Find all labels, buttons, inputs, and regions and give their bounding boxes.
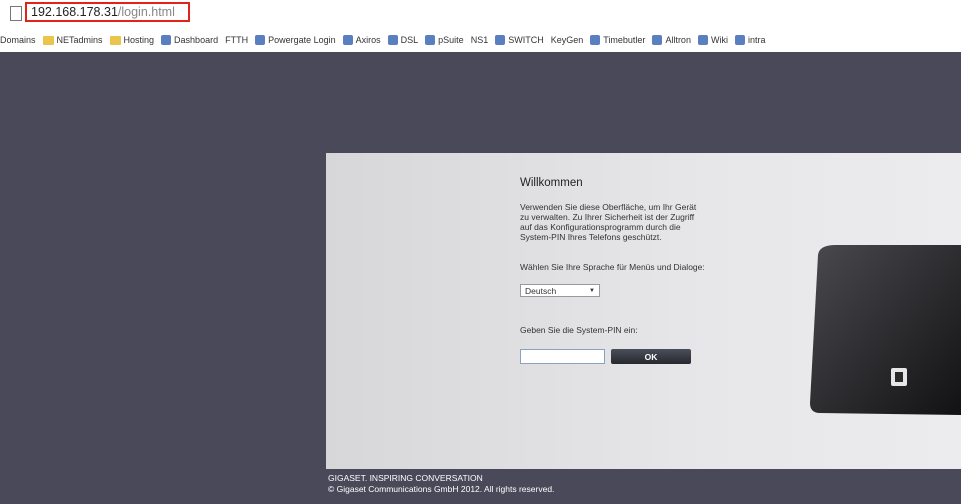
- app-icon: [342, 35, 353, 45]
- bookmark-item[interactable]: Wiki: [697, 35, 728, 45]
- bookmark-item[interactable]: NS1: [471, 35, 489, 45]
- app-icon: [697, 35, 708, 45]
- app-icon: [590, 35, 601, 45]
- footer-slogan: GIGASET. INSPIRING CONVERSATION: [328, 473, 483, 483]
- welcome-title: Willkommen: [520, 177, 583, 189]
- bookmark-label: NS1: [470, 35, 489, 45]
- footer-copyright: © Gigaset Communications GmbH 2012. All …: [328, 484, 555, 494]
- bookmark-label: intra: [747, 35, 766, 45]
- app-icon: [161, 35, 172, 45]
- gigaset-device-image: [810, 245, 961, 415]
- bookmark-label: KeyGen: [550, 35, 584, 45]
- app-icon: [387, 35, 398, 45]
- bookmark-item[interactable]: pSuite: [425, 35, 464, 45]
- dropdown-arrow-icon: ▼: [589, 287, 595, 294]
- app-icon: [255, 35, 266, 45]
- footer: GIGASET. INSPIRING CONVERSATION © Gigase…: [328, 473, 554, 495]
- url-host: 192.168.178.31: [31, 5, 118, 19]
- folder-icon: [109, 35, 121, 45]
- bookmark-item[interactable]: SWITCH: [495, 35, 544, 45]
- language-label: Wählen Sie Ihre Sprache für Menüs und Di…: [520, 262, 705, 272]
- bookmark-item[interactable]: DSL: [387, 35, 419, 45]
- bookmark-item[interactable]: Domains: [0, 35, 36, 45]
- app-icon: [495, 35, 506, 45]
- pin-label: Geben Sie die System-PIN ein:: [520, 325, 638, 335]
- ok-button[interactable]: OK: [611, 349, 691, 364]
- bookmark-label: Hosting: [123, 35, 155, 45]
- bookmark-label: Powergate Login: [268, 35, 336, 45]
- bookmark-label: FTTH: [225, 35, 249, 45]
- bookmark-item[interactable]: intra: [734, 35, 766, 45]
- bookmark-item[interactable]: FTTH: [225, 35, 248, 45]
- bookmark-item[interactable]: Alltron: [652, 35, 691, 45]
- bookmark-item[interactable]: NETadmins: [42, 35, 103, 45]
- language-select[interactable]: Deutsch ▼: [520, 284, 600, 297]
- login-form: Willkommen Verwenden Sie diese Oberfläch…: [520, 177, 705, 364]
- bookmark-item[interactable]: Powergate Login: [255, 35, 336, 45]
- app-icon: [734, 35, 745, 45]
- bookmark-label: DSL: [400, 35, 419, 45]
- bookmark-item[interactable]: KeyGen: [551, 35, 584, 45]
- app-icon: [425, 35, 436, 45]
- pin-row: OK: [520, 349, 705, 364]
- bookmark-label: Dashboard: [174, 35, 219, 45]
- bookmark-item[interactable]: Hosting: [109, 35, 155, 45]
- language-selected: Deutsch: [525, 285, 557, 296]
- bookmark-item[interactable]: Dashboard: [161, 35, 218, 45]
- folder-icon: [42, 35, 54, 45]
- bookmark-item[interactable]: Timebutler: [590, 35, 645, 45]
- bookmark-label: Domains: [0, 35, 36, 45]
- page-icon: [10, 6, 22, 21]
- bookmark-label: SWITCH: [508, 35, 544, 45]
- address-bar: 192.168.178.31/login.html: [0, 0, 961, 28]
- bookmarks-bar: Domains NETadmins Hosting Dashboard FTTH Powe…: [0, 28, 961, 52]
- bookmark-label: Timebutler: [603, 35, 646, 45]
- bookmark-item[interactable]: Axiros: [342, 35, 381, 45]
- url-path: /login.html: [117, 5, 175, 19]
- bookmark-label: Axiros: [355, 35, 381, 45]
- bookmark-label: Wiki: [710, 35, 728, 45]
- intro-text: Verwenden Sie diese Oberfläche, um Ihr G…: [520, 202, 697, 242]
- bookmark-label: NETadmins: [56, 35, 103, 45]
- bookmark-label: Alltron: [665, 35, 691, 45]
- pin-input[interactable]: [520, 349, 605, 364]
- url-field[interactable]: 192.168.178.31/login.html: [25, 2, 190, 22]
- bookmark-label: pSuite: [438, 35, 464, 45]
- app-icon: [652, 35, 663, 45]
